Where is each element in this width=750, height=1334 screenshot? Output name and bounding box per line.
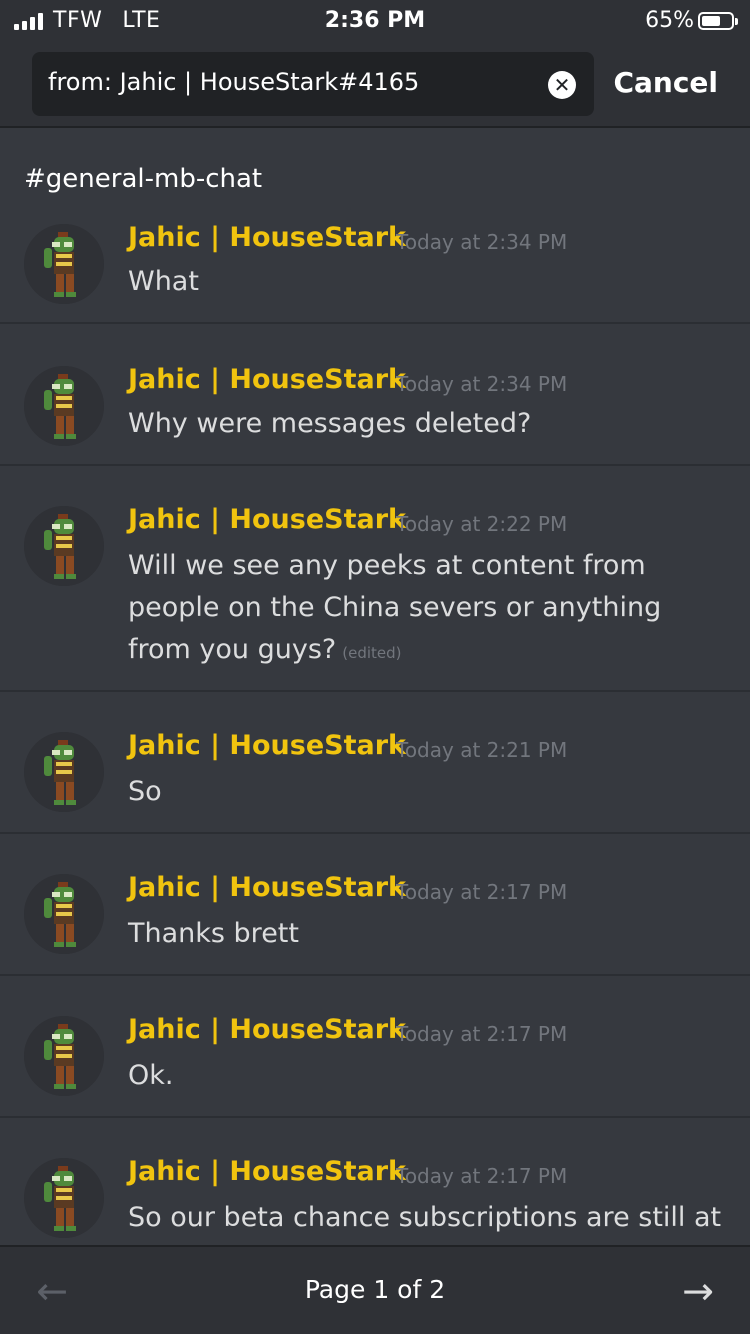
message-item[interactable]: Jahic | HouseStark Today at 2:34 PM What	[0, 218, 750, 324]
status-bar: TFW LTE 2:36 PM 65%	[0, 0, 750, 40]
avatar[interactable]	[24, 506, 104, 586]
search-header: from: Jahic | HouseStark#4165 ✕ Cancel	[0, 40, 750, 128]
frog-avatar-icon	[24, 224, 104, 304]
message-text-content: So	[128, 776, 162, 807]
message-text: So	[128, 771, 728, 813]
edited-label: (edited)	[342, 644, 402, 662]
message-timestamp: Today at 2:34 PM	[396, 372, 568, 396]
message-item[interactable]: Jahic | HouseStark Today at 2:22 PM Will…	[0, 466, 750, 692]
message-author[interactable]: Jahic | HouseStark	[128, 730, 406, 761]
message-author[interactable]: Jahic | HouseStark	[128, 872, 406, 903]
message-text: Thanks brett	[128, 913, 728, 955]
message-item[interactable]: Jahic | HouseStark Today at 2:17 PM So o…	[0, 1118, 750, 1245]
avatar[interactable]	[24, 1158, 104, 1238]
message-text-content: Why were messages deleted?	[128, 408, 532, 439]
avatar[interactable]	[24, 224, 104, 304]
pagination-footer: ← Page 1 of 2 →	[0, 1245, 750, 1334]
message-text-content: Ok.	[128, 1060, 174, 1091]
battery-fill	[702, 15, 721, 26]
avatar[interactable]	[24, 874, 104, 954]
frog-avatar-icon	[24, 366, 104, 446]
message-text: So our beta chance subscriptions are sti…	[128, 1197, 728, 1239]
message-item[interactable]: Jahic | HouseStark Today at 2:17 PM Ok.	[0, 976, 750, 1118]
search-input[interactable]: from: Jahic | HouseStark#4165 ✕	[32, 52, 594, 116]
message-author[interactable]: Jahic | HouseStark	[128, 504, 406, 535]
frog-avatar-icon	[24, 506, 104, 586]
message-text: Will we see any peeks at content from pe…	[128, 545, 728, 674]
clear-search-icon[interactable]: ✕	[548, 71, 576, 99]
channel-name[interactable]: #general-mb-chat	[24, 164, 262, 194]
battery-percent: 65%	[645, 8, 694, 33]
status-time: 2:36 PM	[324, 8, 426, 33]
frog-avatar-icon	[24, 1158, 104, 1238]
search-query[interactable]: from: Jahic | HouseStark#4165	[48, 68, 419, 96]
message-text-content: What	[128, 266, 199, 297]
avatar[interactable]	[24, 1016, 104, 1096]
message-author[interactable]: Jahic | HouseStark	[128, 1014, 406, 1045]
message-timestamp: Today at 2:17 PM	[396, 880, 568, 904]
message-item[interactable]: Jahic | HouseStark Today at 2:17 PM Than…	[0, 834, 750, 976]
message-text: What	[128, 261, 728, 303]
message-text-content: Thanks brett	[128, 918, 299, 949]
battery-icon	[698, 11, 738, 30]
frog-avatar-icon	[24, 1016, 104, 1096]
message-text-content: So our beta chance subscriptions are sti…	[128, 1202, 722, 1233]
message-timestamp: Today at 2:22 PM	[396, 512, 568, 536]
message-item[interactable]: Jahic | HouseStark Today at 2:34 PM Why …	[0, 324, 750, 466]
message-author[interactable]: Jahic | HouseStark	[128, 1156, 406, 1187]
battery-tip	[735, 17, 738, 25]
status-right: 65%	[645, 8, 738, 33]
message-author[interactable]: Jahic | HouseStark	[128, 364, 406, 395]
message-timestamp: Today at 2:21 PM	[396, 738, 568, 762]
message-author[interactable]: Jahic | HouseStark	[128, 222, 406, 253]
cancel-button[interactable]: Cancel	[613, 66, 718, 99]
frog-avatar-icon	[24, 732, 104, 812]
arrow-right-icon[interactable]: →	[676, 1269, 720, 1313]
message-item[interactable]: Jahic | HouseStark Today at 2:21 PM So	[0, 692, 750, 834]
message-timestamp: Today at 2:17 PM	[396, 1164, 568, 1188]
page-indicator: Page 1 of 2	[304, 1275, 446, 1304]
message-text: Why were messages deleted?	[128, 403, 728, 445]
message-text: Ok.	[128, 1055, 728, 1097]
avatar[interactable]	[24, 366, 104, 446]
avatar[interactable]	[24, 732, 104, 812]
frog-avatar-icon	[24, 874, 104, 954]
message-timestamp: Today at 2:17 PM	[396, 1022, 568, 1046]
message-timestamp: Today at 2:34 PM	[396, 230, 568, 254]
